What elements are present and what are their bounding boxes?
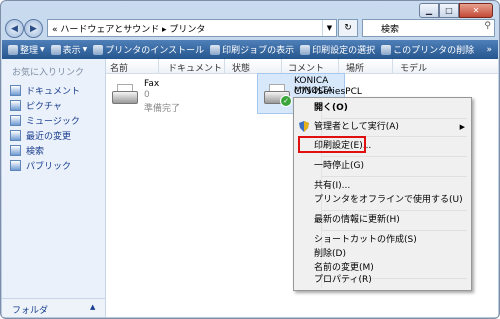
nav-item-label: 検索: [26, 147, 45, 157]
menu-separator: [322, 230, 467, 231]
column-divider[interactable]: [224, 59, 225, 73]
nav-item-label: ミュージック: [26, 117, 80, 127]
refresh-button[interactable]: ↻: [338, 19, 358, 37]
delete-printer-button[interactable]: このプリンタの削除: [381, 43, 474, 56]
address-bar[interactable]: « ハードウェアとサウンド ▸ プリンタ ▼: [47, 19, 337, 37]
nav-item-label: ピクチャ: [26, 102, 62, 112]
favorite-links: ドキュメント ピクチャ ミュージック 最近の変更 検索 パブリック: [10, 83, 80, 173]
refresh-icon: ↻: [344, 23, 352, 33]
toolbar-overflow-button[interactable]: »: [486, 45, 492, 55]
uac-shield-icon: [299, 121, 309, 132]
add-printer-icon: [93, 44, 104, 55]
column-divider[interactable]: [338, 59, 339, 73]
navigation-pane: お気に入りリンク ドキュメント ピクチャ ミュージック 最近の変更 検索 パブリ…: [2, 59, 106, 317]
print-prefs-button[interactable]: 印刷設定の選択: [300, 43, 375, 56]
forward-button[interactable]: ▶: [24, 19, 43, 38]
search-folder-icon: [10, 145, 21, 156]
menu-item-properties[interactable]: プロパティ(R): [314, 272, 372, 288]
printer-status: 準備完了: [144, 104, 181, 114]
fax-printer-icon: [110, 83, 138, 105]
music-icon: [10, 115, 21, 126]
address-dropdown-icon[interactable]: ▼: [322, 20, 336, 36]
minimize-button[interactable]: ▁: [419, 3, 439, 18]
highlight-box: [298, 136, 366, 153]
back-arrow-icon: ◀: [11, 23, 18, 34]
menu-item-use-offline[interactable]: プリンタをオフラインで使用する(U): [314, 192, 463, 208]
nav-item-label: 最近の変更: [26, 132, 72, 142]
context-menu: 開く(O) 管理者として実行(A) ▶ 印刷設定(E)... 一時停止(G) 共…: [293, 97, 472, 291]
maximize-button[interactable]: □: [439, 3, 459, 18]
pictures-icon: [10, 100, 21, 111]
nav-item-pictures[interactable]: ピクチャ: [10, 98, 80, 113]
delete-printer-icon: [381, 44, 392, 55]
printer-name-line2: C754SeriesPCL: [294, 87, 362, 97]
column-divider[interactable]: [392, 59, 393, 73]
command-bar: 整理 ▼ 表示 ▼ プリンタのインストール 印刷ジョブの表示 印刷設定の選択 このプ…: [2, 40, 498, 59]
folders-toggle[interactable]: フォルダ ▲: [2, 298, 105, 317]
menu-separator: [322, 210, 467, 211]
views-button[interactable]: 表示 ▼: [50, 43, 88, 56]
menu-item-open[interactable]: 開く(O): [314, 100, 348, 116]
search-input[interactable]: 検索 ⚲: [362, 19, 495, 37]
nav-item-music[interactable]: ミュージック: [10, 113, 80, 128]
public-folder-icon: [10, 160, 21, 171]
submenu-arrow-icon: ▶: [459, 123, 465, 131]
print-prefs-label: 印刷設定の選択: [312, 46, 376, 56]
add-printer-label: プリンタのインストール: [105, 46, 205, 56]
add-printer-button[interactable]: プリンタのインストール: [93, 43, 204, 56]
konica-printer-icon: ✓: [262, 83, 292, 107]
column-model[interactable]: モデル: [400, 61, 427, 74]
printer-item-fax[interactable]: Fax 0 準備完了: [110, 77, 210, 117]
column-documents[interactable]: ドキュメント: [168, 61, 222, 74]
caption-buttons: ▁ □ ✕: [419, 3, 493, 18]
column-divider[interactable]: [158, 59, 159, 73]
nav-item-public[interactable]: パブリック: [10, 158, 80, 173]
printer-doc-count: 0: [144, 90, 150, 100]
close-button[interactable]: ✕: [459, 3, 493, 18]
chevron-down-icon: ▼: [40, 46, 45, 53]
chevron-up-icon: ▲: [90, 303, 96, 311]
views-label: 表示: [62, 46, 81, 56]
menu-separator: [322, 156, 467, 157]
nav-item-documents[interactable]: ドキュメント: [10, 83, 80, 98]
column-divider[interactable]: [281, 59, 282, 73]
nav-item-label: ドキュメント: [26, 87, 81, 97]
forward-arrow-icon: ▶: [30, 23, 37, 34]
print-queue-label: 印刷ジョブの表示: [222, 46, 295, 56]
print-queue-icon: [210, 44, 221, 55]
menu-item-pause[interactable]: 一時停止(G): [314, 158, 364, 174]
back-button[interactable]: ◀: [5, 19, 24, 38]
recent-icon: [10, 130, 21, 141]
nav-item-recent[interactable]: 最近の変更: [10, 128, 80, 143]
nav-item-label: パブリック: [26, 162, 72, 172]
folders-label: フォルダ: [12, 306, 49, 316]
views-icon: [50, 44, 61, 55]
search-placeholder: 検索: [381, 24, 400, 35]
column-status[interactable]: 状態: [232, 61, 250, 74]
address-path: « ハードウェアとサウンド ▸ プリンタ: [52, 24, 206, 35]
menu-item-run-as-admin[interactable]: 管理者として実行(A): [314, 119, 399, 135]
nav-item-search[interactable]: 検索: [10, 143, 80, 158]
menu-item-refresh[interactable]: 最新の情報に更新(H): [314, 212, 400, 228]
documents-icon: [10, 85, 21, 96]
column-headers: 名前 ドキュメント 状態 コメント 場所 モデル: [106, 59, 498, 74]
menu-separator: [322, 176, 467, 177]
chevron-down-icon: ▼: [82, 46, 88, 53]
search-icon[interactable]: ⚲: [484, 21, 491, 31]
address-row: ◀ ▶ « ハードウェアとサウンド ▸ プリンタ ▼ ↻ 検索 ⚲: [5, 19, 495, 38]
column-location[interactable]: 場所: [346, 61, 364, 74]
favorites-heading: お気に入りリンク: [12, 68, 85, 78]
print-queue-button[interactable]: 印刷ジョブの表示: [210, 43, 294, 56]
default-printer-check-icon: ✓: [280, 95, 292, 107]
printer-name: Fax: [144, 79, 160, 89]
organize-label: 整理: [20, 46, 39, 56]
delete-printer-label: このプリンタの削除: [393, 46, 475, 56]
organize-button[interactable]: 整理 ▼: [8, 43, 45, 56]
print-prefs-icon: [300, 44, 311, 55]
column-name[interactable]: 名前: [110, 61, 128, 74]
organize-icon: [8, 44, 18, 55]
